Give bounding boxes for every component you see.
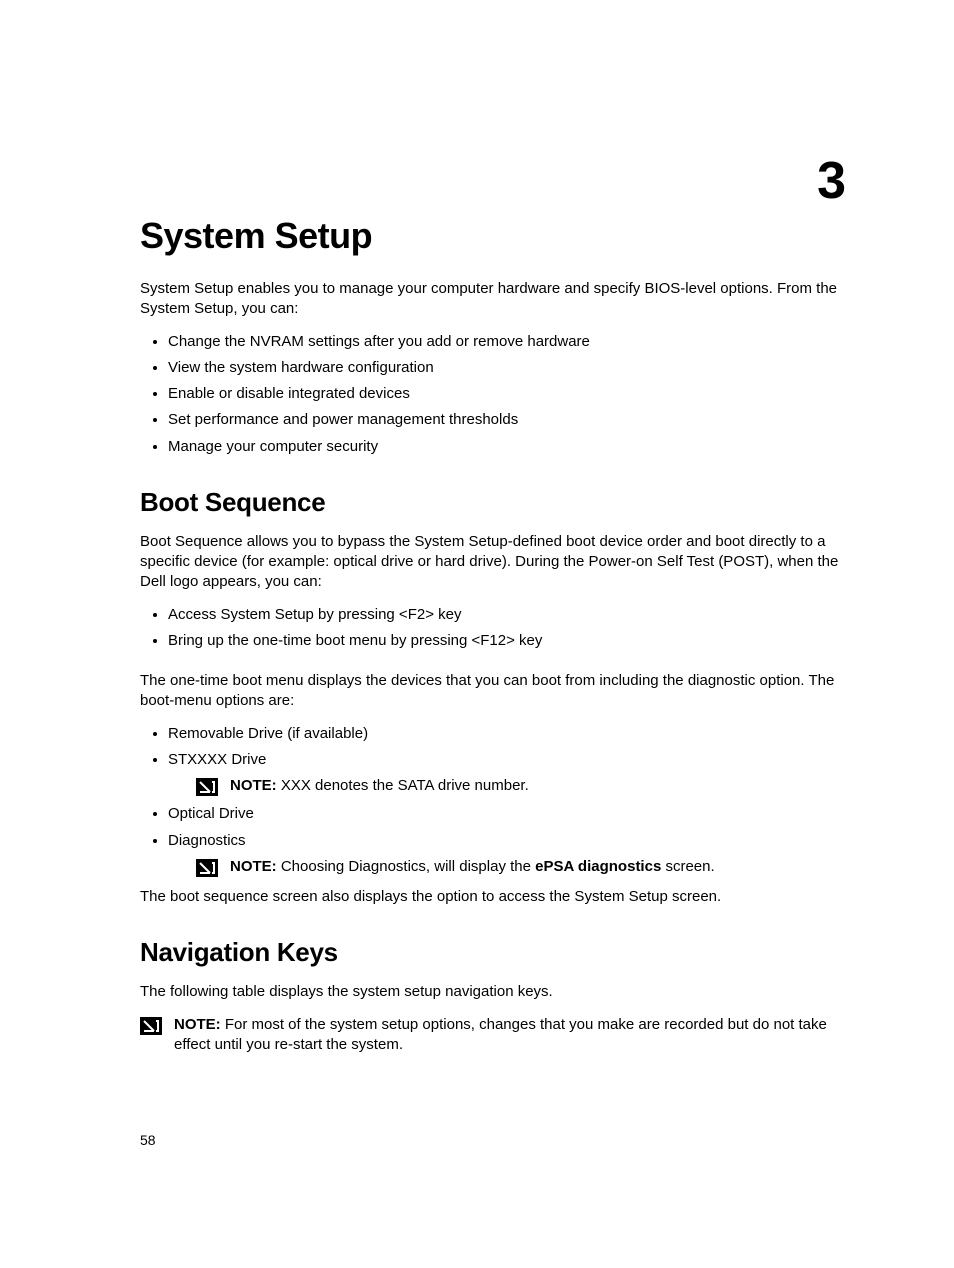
list-item: Removable Drive (if available) — [168, 724, 846, 744]
list-item-text: Diagnostics — [168, 832, 246, 849]
intro-paragraph: System Setup enables you to manage your … — [140, 279, 846, 320]
note-label: NOTE: — [174, 1016, 225, 1033]
note-body: XXX denotes the SATA drive number. — [281, 777, 529, 794]
nav-paragraph-1: The following table displays the system … — [140, 982, 846, 1002]
note-icon — [196, 778, 218, 796]
note-icon — [140, 1017, 162, 1035]
list-item: Optical Drive — [168, 804, 846, 824]
list-item: Access System Setup by pressing <F2> key — [168, 605, 846, 625]
list-item: View the system hardware configuration — [168, 358, 846, 378]
list-item: Diagnostics NOTE: Choosing Diagnostics, … — [168, 831, 846, 878]
note-body-bold: ePSA diagnostics — [535, 858, 661, 875]
note-body: For most of the system setup options, ch… — [174, 1016, 827, 1053]
list-item: Enable or disable integrated devices — [168, 384, 846, 404]
document-page: 3 System Setup System Setup enables you … — [140, 155, 846, 1063]
list-item: Manage your computer security — [168, 437, 846, 457]
note-text: NOTE: For most of the system setup optio… — [174, 1015, 846, 1056]
list-item: STXXXX Drive NOTE: XXX denotes the SATA … — [168, 750, 846, 797]
boot-paragraph-2: The one-time boot menu displays the devi… — [140, 671, 846, 712]
intro-bullet-list: Change the NVRAM settings after you add … — [140, 332, 846, 457]
note-text: NOTE: Choosing Diagnostics, will display… — [230, 857, 715, 877]
page-title: System Setup — [140, 215, 846, 257]
navigation-keys-heading: Navigation Keys — [140, 937, 846, 968]
page-number: 58 — [140, 1132, 156, 1148]
list-item: Change the NVRAM settings after you add … — [168, 332, 846, 352]
list-item: Bring up the one-time boot menu by press… — [168, 631, 846, 651]
list-item: Set performance and power management thr… — [168, 410, 846, 430]
note-icon — [196, 859, 218, 877]
note-row: NOTE: For most of the system setup optio… — [140, 1015, 846, 1056]
note-label: NOTE: — [230, 777, 281, 794]
note-row: NOTE: XXX denotes the SATA drive number. — [196, 776, 846, 796]
boot-paragraph-3: The boot sequence screen also displays t… — [140, 887, 846, 907]
boot-bullet-list-2: Removable Drive (if available) STXXXX Dr… — [140, 724, 846, 878]
note-row: NOTE: Choosing Diagnostics, will display… — [196, 857, 846, 877]
boot-paragraph-1: Boot Sequence allows you to bypass the S… — [140, 532, 846, 593]
chapter-number: 3 — [817, 155, 846, 207]
note-body-pre: Choosing Diagnostics, will display the — [281, 858, 535, 875]
note-text: NOTE: XXX denotes the SATA drive number. — [230, 776, 529, 796]
note-label: NOTE: — [230, 858, 281, 875]
boot-bullet-list-1: Access System Setup by pressing <F2> key… — [140, 605, 846, 652]
note-body-post: screen. — [661, 858, 714, 875]
boot-sequence-heading: Boot Sequence — [140, 487, 846, 518]
list-item-text: STXXXX Drive — [168, 751, 266, 768]
